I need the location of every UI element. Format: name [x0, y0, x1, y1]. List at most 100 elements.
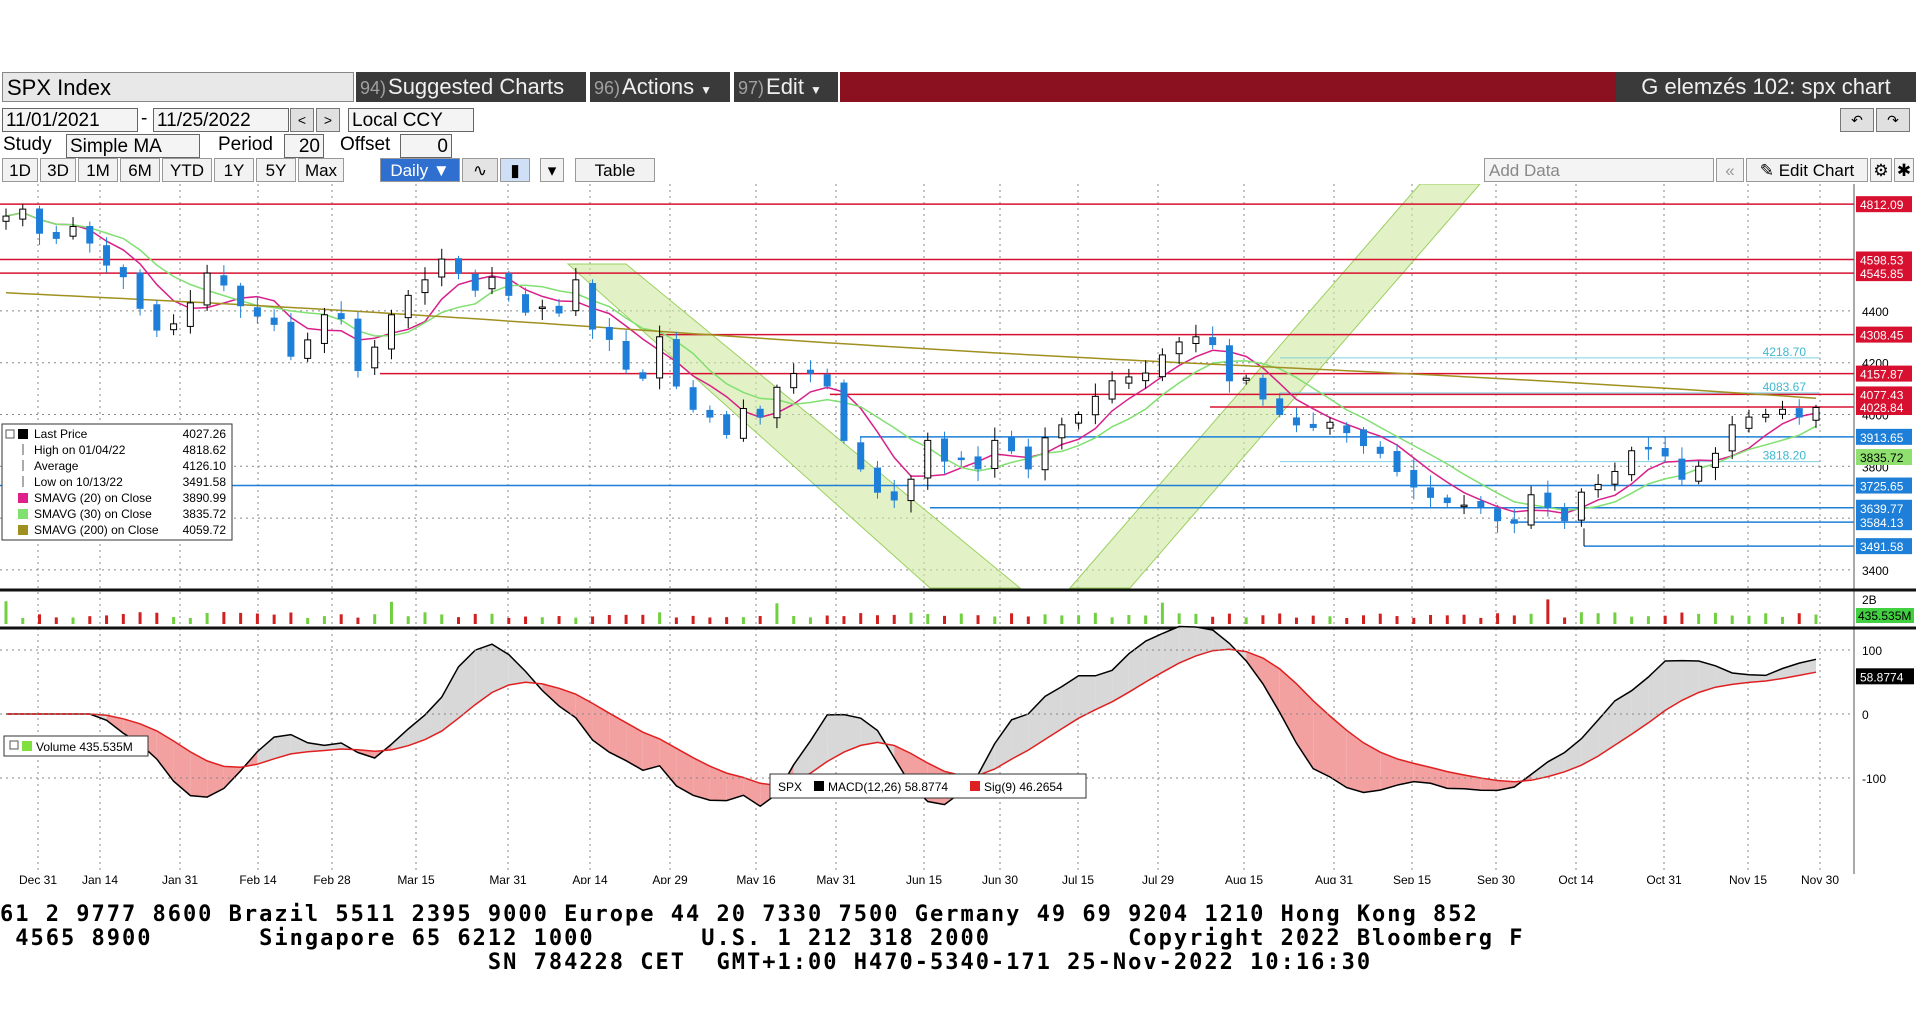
volume-bar — [1211, 616, 1215, 624]
macd-fill — [1581, 719, 1599, 766]
study-select[interactable]: Simple MA — [66, 134, 200, 158]
legend-value: 4027.26 — [183, 427, 227, 441]
tab-1d[interactable]: 1D — [2, 158, 38, 182]
candle-body — [1460, 504, 1468, 508]
candle-body — [203, 272, 211, 306]
tab-3d[interactable]: 3D — [40, 158, 76, 182]
macd-fill — [810, 714, 828, 774]
edit-chart-button[interactable]: ✎ Edit Chart — [1746, 158, 1868, 182]
bar-chart-icon[interactable]: ▮ — [500, 158, 530, 182]
candle-body — [639, 372, 647, 379]
add-data-input[interactable]: Add Data — [1484, 158, 1714, 182]
sma30-label: 3835.72 — [1860, 451, 1904, 465]
volume-bar — [624, 614, 628, 624]
volume-bar — [21, 617, 25, 624]
x-tick-label: Oct 31 — [1646, 873, 1682, 884]
end-date-input[interactable]: 11/25/2022 — [153, 108, 289, 132]
chart-settings-icon[interactable]: ⚙ — [1870, 158, 1892, 182]
volume-bar — [892, 614, 896, 624]
macd-tick-label: 0 — [1862, 708, 1869, 722]
volume-bar — [1630, 616, 1634, 624]
macd-fill — [1162, 626, 1180, 673]
horizontal-levels — [0, 203, 1854, 547]
chart-type-dropdown-icon[interactable]: ▾ — [540, 158, 564, 182]
volume-bar — [1060, 615, 1064, 624]
volume-bar — [708, 617, 712, 624]
volume-bar — [1512, 615, 1516, 624]
resistance-label: 4308.45 — [1860, 329, 1904, 343]
candle-body — [941, 438, 949, 462]
volume-bar — [943, 615, 947, 624]
chart-grid — [0, 184, 1916, 874]
volume-bar — [993, 616, 997, 624]
offset-input[interactable]: 0 — [400, 134, 452, 158]
currency-select[interactable]: Local CCY — [348, 108, 474, 132]
volume-bar — [1797, 613, 1801, 624]
candle-body — [957, 457, 965, 461]
legend-swatch — [18, 493, 28, 503]
tab-5y[interactable]: 5Y — [256, 158, 296, 182]
candle-body — [1209, 337, 1217, 346]
x-tick-label: Jan 14 — [82, 873, 118, 884]
line-chart-icon[interactable]: ∿ — [462, 158, 498, 182]
candle-body — [1745, 416, 1753, 429]
macd-fill — [1665, 660, 1682, 711]
undo-icon[interactable]: ↶ — [1840, 108, 1874, 132]
table-button[interactable]: Table — [575, 158, 655, 182]
gear-icon[interactable]: ✱ — [1894, 158, 1914, 182]
suggested-charts-button[interactable]: 94)Suggested Charts — [356, 72, 586, 102]
next-period-icon[interactable]: > — [316, 108, 340, 132]
volume-bar — [775, 603, 779, 624]
x-tick-label: Mar 15 — [397, 873, 435, 884]
start-date-input[interactable]: 11/01/2021 — [2, 108, 138, 132]
tab-1m[interactable]: 1M — [78, 158, 118, 182]
x-tick-label: Apr 14 — [572, 873, 608, 884]
x-tick-label: Apr 29 — [652, 873, 688, 884]
candle-body — [1175, 341, 1183, 355]
volume-bar — [440, 614, 444, 624]
candle-body — [873, 467, 881, 493]
volume-legend-text: Volume 435.535M — [36, 740, 133, 754]
candle-body — [488, 276, 496, 290]
volume-bar — [1646, 616, 1650, 624]
support-label: 3639.77 — [1860, 502, 1904, 516]
frequency-select[interactable]: Daily ▼ — [380, 158, 460, 182]
volume-bar — [1412, 617, 1416, 624]
macd-tick-label: 100 — [1862, 644, 1882, 658]
actions-button[interactable]: 96)Actions ▼ — [590, 72, 730, 102]
macd-fill — [1262, 658, 1280, 713]
candle-body — [1628, 450, 1636, 476]
edit-button[interactable]: 97)Edit ▼ — [734, 72, 838, 102]
collapse-icon — [5, 429, 15, 439]
period-input[interactable]: 20 — [284, 134, 324, 158]
redo-icon[interactable]: ↷ — [1876, 108, 1910, 132]
volume-bar — [1177, 613, 1181, 624]
candle-body — [706, 409, 714, 418]
tab-1y[interactable]: 1Y — [214, 158, 254, 182]
macd-security: SPX — [778, 780, 802, 794]
volume-bar — [1328, 616, 1332, 624]
title-bar-spacer — [840, 72, 1616, 102]
macd-fill — [207, 760, 224, 798]
macd-fill — [994, 719, 1012, 769]
tab-ytd[interactable]: YTD — [162, 158, 212, 182]
volume-bar — [1043, 614, 1047, 624]
legend-label: SMAVG (30) on Close — [34, 507, 152, 521]
collapse-icon[interactable]: « — [1716, 158, 1744, 182]
security-input[interactable]: SPX Index — [2, 72, 354, 102]
candle-body — [220, 275, 228, 286]
x-tick-label: Aug 31 — [1315, 873, 1353, 884]
volume-panel: 2B 435.535M — [4, 593, 1914, 624]
volume-bar — [1680, 612, 1684, 624]
candle-body — [1225, 345, 1233, 382]
suggested-charts-label: Suggested Charts — [388, 74, 565, 99]
study-label: Study — [3, 134, 52, 155]
legend-label: SMAVG (200) on Close — [34, 523, 159, 537]
volume-bar — [38, 614, 42, 624]
range-tabs: 1D 3D 1M 6M YTD 1Y 5Y Max Daily ▼ ∿ ▮ ▾ Table A… — [0, 158, 1916, 184]
tab-max[interactable]: Max — [298, 158, 344, 182]
price-chart[interactable]: 3400360038004000420044004812.094598.5345… — [0, 184, 1916, 884]
prev-period-icon[interactable]: < — [290, 108, 314, 132]
candle-body — [186, 302, 194, 327]
tab-6m[interactable]: 6M — [120, 158, 160, 182]
